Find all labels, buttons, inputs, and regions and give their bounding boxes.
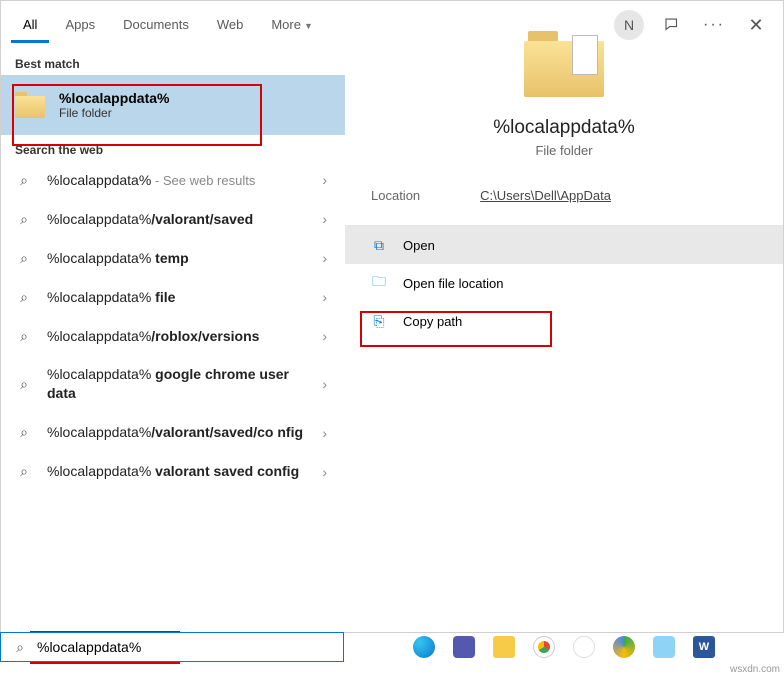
web-result-text: %localappdata%/roblox/versions xyxy=(47,327,304,346)
web-results-list: ⌕ %localappdata% - See web results ›⌕ %l… xyxy=(1,161,345,632)
taskbar-word-icon[interactable] xyxy=(693,636,715,658)
web-result-item[interactable]: ⌕ %localappdata% - See web results › xyxy=(1,161,345,200)
chevron-down-icon: ▼ xyxy=(304,21,313,31)
best-match-result[interactable]: %localappdata% File folder xyxy=(1,75,345,135)
web-result-text: %localappdata% valorant saved config xyxy=(47,462,304,481)
chevron-right-icon[interactable]: › xyxy=(318,172,331,188)
location-link[interactable]: C:\Users\Dell\AppData xyxy=(480,188,611,203)
section-search-web: Search the web xyxy=(1,135,345,161)
user-avatar[interactable]: N xyxy=(614,10,644,40)
more-options-icon[interactable]: ··· xyxy=(700,11,728,39)
chevron-right-icon[interactable]: › xyxy=(318,250,331,266)
taskbar-chrome2-icon[interactable] xyxy=(613,636,635,658)
search-input[interactable] xyxy=(37,639,333,655)
close-icon[interactable]: ✕ xyxy=(742,11,770,39)
chevron-right-icon[interactable]: › xyxy=(318,425,331,441)
tab-apps[interactable]: Apps xyxy=(53,7,107,43)
action-open-label: Open xyxy=(403,238,435,253)
taskbar-chrome-icon[interactable] xyxy=(533,636,555,658)
folder-icon xyxy=(15,92,45,118)
search-icon: ⌕ xyxy=(15,463,33,480)
chevron-right-icon[interactable]: › xyxy=(318,211,331,227)
web-result-text: %localappdata%/valorant/saved/co nfig xyxy=(47,423,304,442)
action-copy-path-label: Copy path xyxy=(403,314,462,329)
best-match-title: %localappdata% xyxy=(59,90,169,106)
folder-icon-large xyxy=(524,31,604,97)
open-icon: ⧉ xyxy=(371,237,387,254)
location-label: Location xyxy=(371,188,420,203)
action-open-location[interactable]: 🗀 Open file location xyxy=(345,264,783,302)
web-result-text: %localappdata% temp xyxy=(47,249,304,268)
taskbar-teams-icon[interactable] xyxy=(453,636,475,658)
tab-more[interactable]: More▼ xyxy=(259,7,325,43)
taskbar-edge-icon[interactable] xyxy=(413,636,435,658)
taskbar xyxy=(344,632,784,662)
web-result-item[interactable]: ⌕ %localappdata% temp › xyxy=(1,239,345,278)
search-icon: ⌕ xyxy=(15,211,33,228)
search-icon: ⌕ xyxy=(15,424,33,441)
tab-all[interactable]: All xyxy=(11,7,49,43)
best-match-subtitle: File folder xyxy=(59,106,169,120)
chevron-right-icon[interactable]: › xyxy=(318,464,331,480)
web-result-item[interactable]: ⌕ %localappdata%/roblox/versions › xyxy=(1,317,345,356)
web-result-item[interactable]: ⌕ %localappdata%/valorant/saved/co nfig … xyxy=(1,413,345,452)
copy-icon: ⎘ xyxy=(371,313,387,330)
watermark: wsxdn.com xyxy=(730,664,780,675)
web-result-item[interactable]: ⌕ %localappdata% google chrome user data… xyxy=(1,355,345,413)
folder-open-icon: 🗀 xyxy=(371,271,387,295)
action-open-location-label: Open file location xyxy=(403,276,503,291)
web-result-text: %localappdata% google chrome user data xyxy=(47,365,304,403)
action-copy-path[interactable]: ⎘ Copy path xyxy=(345,302,783,340)
web-result-item[interactable]: ⌕ %localappdata% valorant saved config › xyxy=(1,452,345,491)
web-result-item[interactable]: ⌕ %localappdata% file › xyxy=(1,278,345,317)
web-result-text: %localappdata% - See web results xyxy=(47,171,304,190)
taskbar-paint-icon[interactable] xyxy=(653,636,675,658)
search-bar[interactable]: ⌕ xyxy=(0,632,344,662)
chevron-right-icon[interactable]: › xyxy=(318,376,331,392)
taskbar-slack-icon[interactable] xyxy=(573,636,595,658)
web-result-text: %localappdata%/valorant/saved xyxy=(47,210,304,229)
search-icon: ⌕ xyxy=(15,328,33,345)
chevron-right-icon[interactable]: › xyxy=(318,328,331,344)
preview-subtitle: File folder xyxy=(345,143,783,158)
search-icon: ⌕ xyxy=(15,289,33,306)
search-icon: ⌕ xyxy=(15,376,33,393)
search-icon: ⌕ xyxy=(15,172,33,189)
search-icon: ⌕ xyxy=(15,250,33,267)
section-best-match: Best match xyxy=(1,49,345,75)
search-tabs: All Apps Documents Web More▼ xyxy=(1,1,345,49)
tab-web[interactable]: Web xyxy=(205,7,256,43)
web-result-item[interactable]: ⌕ %localappdata%/valorant/saved › xyxy=(1,200,345,239)
web-result-text: %localappdata% file xyxy=(47,288,304,307)
preview-title: %localappdata% xyxy=(345,117,783,139)
tab-documents[interactable]: Documents xyxy=(111,7,201,43)
chevron-right-icon[interactable]: › xyxy=(318,289,331,305)
location-row: Location C:\Users\Dell\AppData xyxy=(345,188,783,225)
action-open[interactable]: ⧉ Open xyxy=(345,226,783,264)
taskbar-explorer-icon[interactable] xyxy=(493,636,515,658)
feedback-icon[interactable] xyxy=(658,11,686,39)
search-icon: ⌕ xyxy=(11,639,29,656)
